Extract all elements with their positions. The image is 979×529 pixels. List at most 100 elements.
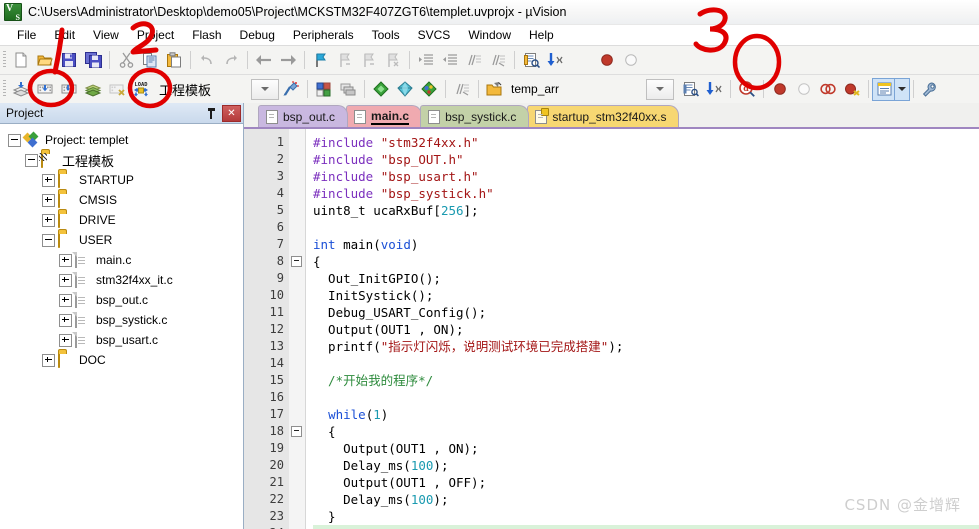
code-editor[interactable]: 1234567891011121314151617181920212223242… xyxy=(244,129,979,529)
kill-all-breakpoints-icon[interactable] xyxy=(840,77,864,101)
indent-decrease-icon[interactable] xyxy=(438,48,462,72)
disable-breakpoint-icon-2[interactable] xyxy=(792,77,816,101)
manage-run-time-env-icon[interactable] xyxy=(393,77,417,101)
navigate-forward-icon[interactable] xyxy=(276,48,300,72)
search-history-dropdown[interactable] xyxy=(646,78,675,100)
bookmark-next-icon[interactable] xyxy=(357,48,381,72)
open-file-icon[interactable] xyxy=(33,48,57,72)
disable-all-breakpoints-icon[interactable] xyxy=(816,77,840,101)
menu-file[interactable]: File xyxy=(8,25,45,45)
configure-window-icon[interactable] xyxy=(872,77,897,101)
start-debug-session-icon[interactable]: d xyxy=(735,77,759,101)
tree-item-drive[interactable]: DRIVE xyxy=(4,210,243,230)
expand-plus-icon[interactable] xyxy=(42,353,55,367)
configure-dropdown-icon[interactable] xyxy=(894,77,911,101)
undo-icon[interactable] xyxy=(195,48,219,72)
translate-file-icon[interactable] xyxy=(9,77,33,101)
code-text[interactable]: #include "stm32f4xx.h" #include "bsp_OUT.… xyxy=(306,129,979,529)
tree-item-cmsis[interactable]: CMSIS xyxy=(4,190,243,210)
cut-icon[interactable] xyxy=(114,48,138,72)
configure-tools-icon[interactable] xyxy=(918,77,942,101)
paste-icon[interactable] xyxy=(162,48,186,72)
find-in-files-icon[interactable] xyxy=(519,48,543,72)
expand-plus-icon[interactable] xyxy=(59,313,72,327)
collapse-minus-icon[interactable] xyxy=(8,133,21,147)
goto-definition-icon[interactable] xyxy=(543,48,567,72)
build-target-icon[interactable] xyxy=(33,77,57,101)
menu-window[interactable]: Window xyxy=(459,25,520,45)
tree-item-project-templet[interactable]: Project: templet xyxy=(4,130,243,150)
expand-plus-icon[interactable] xyxy=(42,193,55,207)
tree-item-bsp-out-c[interactable]: bsp_out.c xyxy=(4,290,243,310)
navigate-back-icon[interactable] xyxy=(252,48,276,72)
stop-build-icon[interactable] xyxy=(105,77,129,101)
fold-collapse-icon[interactable] xyxy=(291,426,302,437)
goto-definition-icon-2[interactable] xyxy=(702,77,726,101)
menu-view[interactable]: View xyxy=(84,25,128,45)
fold-collapse-icon[interactable] xyxy=(291,256,302,267)
menu-edit[interactable]: Edit xyxy=(45,25,84,45)
redo-icon[interactable] xyxy=(219,48,243,72)
editor-tab-main-c[interactable]: main.c xyxy=(346,105,423,127)
uncomment-lines-icon-2[interactable] xyxy=(450,77,474,101)
comment-lines-icon[interactable] xyxy=(462,48,486,72)
insert-breakpoint-icon[interactable] xyxy=(595,48,619,72)
find-in-files-icon-2[interactable] xyxy=(678,77,702,101)
expand-plus-icon[interactable] xyxy=(59,273,72,287)
target-select-dropdown[interactable] xyxy=(251,78,280,100)
copy-icon[interactable] xyxy=(138,48,162,72)
menu-help[interactable]: Help xyxy=(520,25,563,45)
bookmark-clear-icon[interactable] xyxy=(381,48,405,72)
toolbar-grip[interactable] xyxy=(3,80,6,98)
expand-plus-icon[interactable] xyxy=(59,333,72,347)
save-icon[interactable] xyxy=(57,48,81,72)
tree-item-startup[interactable]: STARTUP xyxy=(4,170,243,190)
toolbar-grip[interactable] xyxy=(3,51,6,69)
close-icon[interactable]: ✕ xyxy=(222,104,241,122)
disable-breakpoint-icon[interactable] xyxy=(619,48,643,72)
rebuild-all-icon[interactable] xyxy=(57,77,81,101)
fold-cell[interactable] xyxy=(289,253,305,270)
bookmark-toggle-icon[interactable] xyxy=(309,48,333,72)
tree-item-doc[interactable]: DOC xyxy=(4,350,243,370)
indent-increase-icon[interactable] xyxy=(414,48,438,72)
expand-plus-icon[interactable] xyxy=(59,293,72,307)
menu-project[interactable]: Project xyxy=(128,25,183,45)
insert-breakpoint-icon-2[interactable] xyxy=(768,77,792,101)
menu-debug[interactable]: Debug xyxy=(231,25,284,45)
search-input[interactable]: temp_arr xyxy=(507,80,646,99)
collapse-minus-icon[interactable] xyxy=(42,233,55,247)
manage-project-items-icon[interactable] xyxy=(312,77,336,101)
menu-svcs[interactable]: SVCS xyxy=(409,25,460,45)
target-options-icon[interactable] xyxy=(279,77,303,101)
menu-tools[interactable]: Tools xyxy=(363,25,409,45)
pack-installer-icon[interactable] xyxy=(369,77,393,101)
tree-item-stm32f4xx-it-c[interactable]: stm32f4xx_it.c xyxy=(4,270,243,290)
download-to-flash-icon[interactable]: LOAD xyxy=(129,77,153,101)
editor-tab-bsp-out-c[interactable]: bsp_out.c xyxy=(258,105,349,127)
fold-cell[interactable] xyxy=(289,423,305,440)
tree-item-bsp-usart-c[interactable]: bsp_usart.c xyxy=(4,330,243,350)
save-all-icon[interactable] xyxy=(81,48,105,72)
pin-icon[interactable] xyxy=(203,105,219,121)
editor-tab-startup-stm32f40xx-s[interactable]: startup_stm32f40xx.s xyxy=(527,105,680,127)
expand-plus-icon[interactable] xyxy=(42,213,55,227)
software-packs-icon[interactable] xyxy=(417,77,441,101)
expand-plus-icon[interactable] xyxy=(42,173,55,187)
multi-project-icon[interactable] xyxy=(336,77,360,101)
search-scope-icon[interactable] xyxy=(483,77,507,101)
code-folding-bar[interactable] xyxy=(289,129,306,529)
new-file-icon[interactable] xyxy=(9,48,33,72)
bookmark-prev-icon[interactable] xyxy=(333,48,357,72)
search-combo-more-icon[interactable] xyxy=(567,48,571,72)
menu-peripherals[interactable]: Peripherals xyxy=(284,25,363,45)
tree-item-user[interactable]: USER xyxy=(4,230,243,250)
menu-flash[interactable]: Flash xyxy=(183,25,230,45)
tree-item-bsp-systick-c[interactable]: bsp_systick.c xyxy=(4,310,243,330)
batch-build-icon[interactable] xyxy=(81,77,105,101)
collapse-minus-icon[interactable] xyxy=(25,153,38,167)
tree-item-main-c[interactable]: main.c xyxy=(4,250,243,270)
tree-item-[interactable]: 工程模板 xyxy=(4,150,243,170)
editor-tab-bsp-systick-c[interactable]: bsp_systick.c xyxy=(420,105,530,127)
expand-plus-icon[interactable] xyxy=(59,253,72,267)
